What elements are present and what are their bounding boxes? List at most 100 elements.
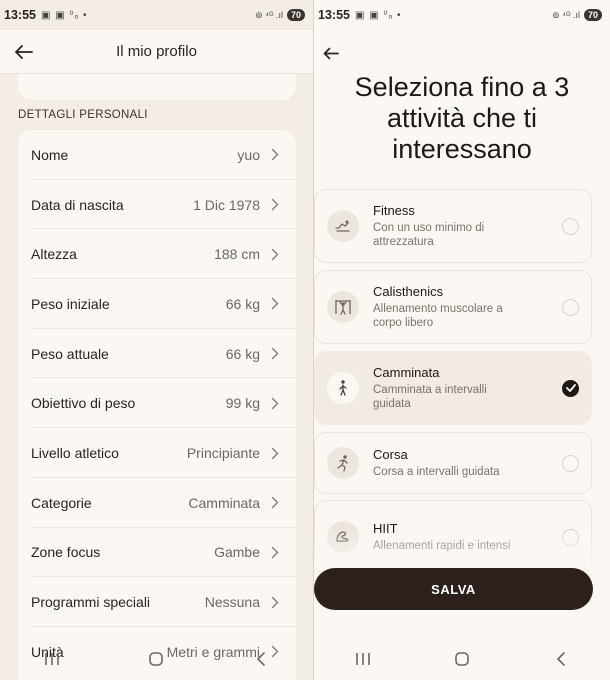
row-label: Zone focus [31,544,101,561]
row-value: 1 Dic 1978 [193,196,260,213]
app-header: Il mio profilo [0,30,313,74]
fitness-icon [327,210,359,242]
save-button[interactable]: SALVA [314,568,593,610]
row-value: 66 kg [225,295,260,312]
activity-card-fitness[interactable]: Fitness Con un uso minimo di attrezzatur… [314,189,592,263]
activity-subtitle: Camminata a intervalli guidata [373,384,487,410]
activity-card-calisthenics[interactable]: Calisthenics Allenamento muscolare a cor… [314,270,592,344]
activity-card-camminata[interactable]: Camminata Camminata a intervalli guidata [314,351,592,425]
activity-subtitle: Allenamento muscolare a corpo libero [373,303,503,329]
row-label: Programmi speciali [31,594,151,611]
chevron-right-icon [270,148,280,162]
chevron-right-icon [270,595,280,609]
radio-unchecked-icon [562,217,579,235]
row-label: Altezza [31,246,77,263]
activity-subtitle: Con un uso minimo di attrezzatura [373,222,485,248]
chevron-right-icon [270,446,280,460]
status-right: ⊚ ⁴ᴳ .ıl 70 [255,9,305,21]
status-right: ⊚ ⁴ᴳ .ıl 70 [552,9,602,21]
row-label: Peso attuale [31,345,109,362]
chevron-left-icon [556,652,565,666]
back-button[interactable] [4,32,44,72]
running-icon [327,447,359,479]
chevron-left-icon [257,652,265,666]
row-value: 66 kg [225,345,260,362]
row-peso-iniziale[interactable]: Peso iniziale 66 kg [18,279,296,329]
calisthenics-icon [327,291,359,323]
row-label: Obiettivo di peso [31,395,136,412]
arrow-left-icon [323,47,339,59]
status-time: 13:55 [4,8,36,22]
activity-subtitle: Allenamenti rapidi e intensi [373,540,511,552]
activity-title: Corsa [373,447,408,462]
row-label: Nome [31,146,69,163]
chevron-right-icon [270,347,280,361]
chevron-right-icon [270,198,280,212]
row-categorie[interactable]: Categorie Camminata [18,478,296,528]
row-value: Gambe [214,544,260,561]
home-icon [455,652,469,666]
row-label: Data di nascita [31,196,124,213]
section-label: DETTAGLI PERSONALI [18,109,148,121]
activity-title: Calisthenics [373,284,444,299]
activity-title: HIIT [373,521,398,536]
status-bar: 13:55 ▣ ▣ ⁰ₒ • ⊚ ⁴ᴳ .ıl 70 [0,0,313,30]
row-data-di-nascita[interactable]: Data di nascita 1 Dic 1978 [18,180,296,230]
recents-button[interactable] [333,644,393,674]
activity-card-corsa[interactable]: Corsa Corsa a intervalli guidata [314,432,592,494]
system-back-button[interactable] [231,644,291,674]
row-value: 99 kg [225,395,260,412]
activity-card-hiit[interactable]: HIIT Allenamenti rapidi e intensi [314,500,592,574]
row-altezza[interactable]: Altezza 188 cm [18,229,296,280]
row-value: yuo [237,146,260,163]
arrow-left-icon [15,45,33,59]
row-programmi-speciali[interactable]: Programmi speciali Nessuna [18,577,296,627]
home-button[interactable] [432,644,492,674]
row-label: Categorie [31,494,92,511]
battery-icon: 70 [286,9,305,21]
hiit-icon [327,521,359,553]
activity-select-screen: 13:55 ▣ ▣ ⁰ₒ • ⊚ ⁴ᴳ .ıl 70 Seleziona fin… [314,0,610,680]
radio-unchecked-icon [562,528,579,546]
page-title: Il mio profilo [116,43,197,60]
radio-unchecked-icon [562,298,579,316]
chevron-right-icon [270,545,280,559]
row-value: Nessuna [204,594,260,611]
row-value: 188 cm [214,246,260,263]
radio-unchecked-icon [562,454,579,472]
status-time: 13:55 [318,8,350,22]
activity-title: Fitness [373,203,415,218]
row-obiettivo-di-peso[interactable]: Obiettivo di peso 99 kg [18,379,296,429]
row-peso-attuale[interactable]: Peso attuale 66 kg [18,329,296,379]
walking-icon [327,372,359,404]
recents-button[interactable] [22,644,82,674]
previous-card [18,74,296,100]
recents-icon [45,653,59,665]
recents-icon [356,653,371,665]
activity-title: Camminata [373,365,440,380]
row-value: Principiante [186,445,260,462]
home-button[interactable] [126,644,186,674]
chevron-right-icon [270,396,280,410]
row-zone-focus[interactable]: Zone focus Gambe [18,528,296,578]
chevron-right-icon [270,496,280,510]
network-icons: ⊚ ⁴ᴳ .ıl [255,9,283,20]
row-value: Camminata [188,494,260,511]
row-label: Peso iniziale [31,295,110,312]
row-label: Livello atletico [31,445,119,462]
notification-icons: ▣ ▣ ⁰ₒ • [40,9,88,21]
row-livello-atletico[interactable]: Livello atletico Principiante [18,428,296,478]
system-back-button[interactable] [531,644,591,674]
network-icons: ⊚ ⁴ᴳ .ıl [552,9,580,20]
home-icon [149,652,164,666]
selection-heading: Seleziona fino a 3 attività che ti inter… [354,72,570,164]
back-button[interactable] [314,36,348,70]
chevron-right-icon [270,247,280,261]
check-circle-icon [562,379,579,397]
profile-screen: 13:55 ▣ ▣ ⁰ₒ • ⊚ ⁴ᴳ .ıl 70 Il mio profil… [0,0,313,680]
system-nav-bar [314,638,610,680]
system-nav-bar [0,638,313,680]
battery-icon: 70 [583,9,602,21]
chevron-right-icon [270,297,280,311]
row-nome[interactable]: Nome yuo [18,130,296,180]
